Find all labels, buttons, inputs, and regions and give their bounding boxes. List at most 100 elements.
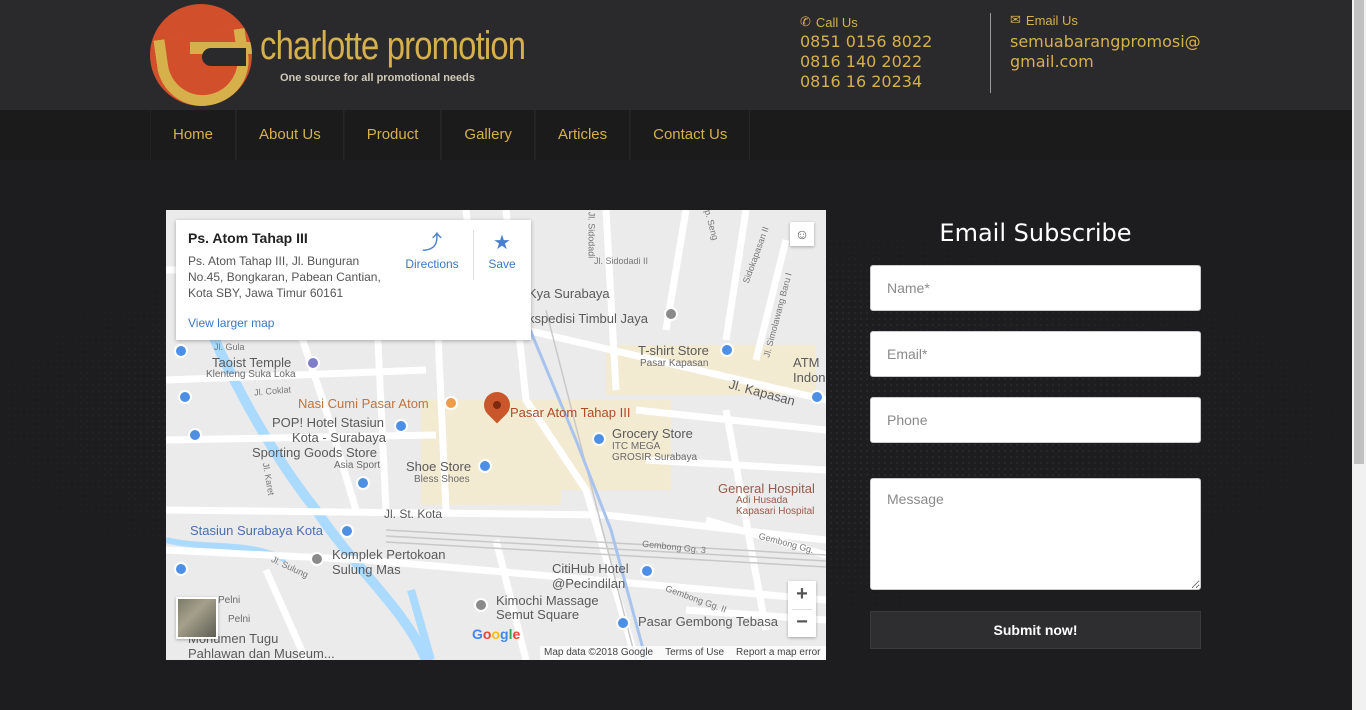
map-label: Pahlawan dan Museum... <box>188 646 335 660</box>
call-us-block: ✆ Call Us 0851 0156 8022 0816 140 2022 0… <box>800 14 932 92</box>
phone-number[interactable]: 0816 140 2022 <box>800 52 932 72</box>
header-divider <box>990 13 991 93</box>
restaurant-icon[interactable] <box>444 396 458 410</box>
email-input[interactable] <box>870 331 1201 377</box>
message-input[interactable] <box>870 478 1201 590</box>
map-label: @Pecindilan <box>552 576 626 591</box>
transit-icon[interactable] <box>178 390 192 404</box>
map-label[interactable]: Shoe Store <box>406 459 471 474</box>
phone-input[interactable] <box>870 397 1201 443</box>
transit-icon[interactable] <box>174 344 188 358</box>
nav-item-contact-us[interactable]: Contact Us <box>630 110 751 160</box>
phone-number[interactable]: 0816 16 20234 <box>800 72 932 92</box>
map-label[interactable]: Komplek Pertokoan <box>332 547 445 562</box>
nav-item-about-us[interactable]: About Us <box>236 110 344 160</box>
shopping-icon[interactable] <box>616 616 630 630</box>
map-label[interactable]: Stasiun Surabaya Kota <box>190 523 323 538</box>
place-info-card: Ps. Atom Tahap III Ps. Atom Tahap III, J… <box>176 220 531 340</box>
transit-icon[interactable] <box>174 562 188 576</box>
map-label: Indon <box>793 370 826 385</box>
hotel-icon[interactable] <box>640 564 654 578</box>
name-input[interactable] <box>870 265 1201 311</box>
view-larger-map-link[interactable]: View larger map <box>188 316 274 330</box>
grocery-icon[interactable] <box>592 432 606 446</box>
nav-item-home[interactable]: Home <box>150 110 237 160</box>
map-label[interactable]: General Hospital <box>718 481 815 496</box>
atm-icon[interactable] <box>810 390 824 404</box>
map-label: Pasar Kapasan <box>640 358 709 369</box>
submit-button[interactable]: Submit now! <box>870 611 1201 649</box>
save-button[interactable]: ★ Save <box>482 230 522 271</box>
shopping-icon[interactable] <box>478 459 492 473</box>
map-data-credit: Map data ©2018 Google <box>544 647 654 658</box>
place-icon[interactable] <box>474 598 488 612</box>
directions-button[interactable]: ⤴ Directions <box>404 230 460 271</box>
street-label: Jl. Sidodadi <box>586 211 597 259</box>
zoom-out-button[interactable]: − <box>788 609 816 637</box>
map-label: Pelni <box>218 595 241 606</box>
brand-logo[interactable]: charlotte promotion One source for all p… <box>150 4 526 106</box>
save-label: Save <box>488 257 516 271</box>
map-label: Kapasari Hospital <box>736 506 815 517</box>
transit-icon[interactable] <box>340 524 354 538</box>
map-label[interactable]: Taoist Temple <box>212 355 291 370</box>
phone-icon: ✆ <box>800 14 811 29</box>
map-label: GROSIR Surabaya <box>612 452 698 463</box>
map-label: Sulung Mas <box>332 562 401 577</box>
zoom-in-button[interactable]: + <box>788 581 816 609</box>
map-label: Pelni <box>228 614 251 625</box>
street-label: Jl. Sidodadi II <box>594 256 649 266</box>
place-address: Ps. Atom Tahap III, Jl. Bunguran No.45, … <box>188 254 381 300</box>
scrollbar-thumb[interactable] <box>1354 0 1364 464</box>
google-map[interactable]: Pasar Atom Tahap III Nasi Cumi Pasar Ato… <box>166 210 826 660</box>
brand-tagline: One source for all promotional needs <box>280 72 475 84</box>
map-label[interactable]: POP! Hotel Stasiun <box>272 415 384 430</box>
map-label[interactable]: Kimochi Massage <box>496 593 599 608</box>
transit-icon[interactable] <box>188 428 202 442</box>
nav-item-gallery[interactable]: Gallery <box>441 110 535 160</box>
email-subscribe-form: Email Subscribe Submit now! <box>870 215 1201 649</box>
place-icon[interactable] <box>310 552 324 566</box>
map-label[interactable]: CitiHub Hotel <box>552 561 629 576</box>
temple-icon[interactable] <box>306 356 320 370</box>
map-label: Klenteng Suka Loka <box>206 369 296 380</box>
terms-link[interactable]: Terms of Use <box>665 646 724 660</box>
nav-item-product[interactable]: Product <box>343 110 442 160</box>
email-us-block: ✉ Email Us semuabarangpromosi@gmail.com <box>1010 12 1210 72</box>
map-label[interactable]: Sporting Goods Store <box>252 445 377 460</box>
zoom-control: + − <box>788 581 816 637</box>
star-icon: ★ <box>493 232 511 254</box>
page-scrollbar[interactable] <box>1352 0 1366 710</box>
google-logo: Google <box>472 626 521 642</box>
map-label[interactable]: Pasar Gembong Tebasa <box>638 614 778 629</box>
logo-emblem <box>150 4 252 106</box>
map-label[interactable]: Pasar Atom Tahap III <box>510 405 630 420</box>
map-label: Semut Square <box>496 607 580 622</box>
site-header: charlotte promotion One source for all p… <box>0 0 1352 110</box>
map-label[interactable]: T-shirt Store <box>638 343 709 358</box>
place-title: Ps. Atom Tahap III <box>188 230 308 246</box>
map-label[interactable]: Grocery Store <box>612 426 693 441</box>
call-us-label: Call Us <box>815 14 858 30</box>
shopping-icon[interactable] <box>356 476 370 490</box>
email-address[interactable]: semuabarangpromosi@gmail.com <box>1010 32 1210 72</box>
envelope-icon: ✉ <box>1010 12 1021 27</box>
satellite-toggle[interactable] <box>176 597 218 639</box>
report-error-link[interactable]: Report a map error <box>736 646 820 660</box>
nav-item-articles[interactable]: Articles <box>534 110 631 160</box>
phone-number[interactable]: 0851 0156 8022 <box>800 32 932 52</box>
pegman-icon[interactable]: ☺ <box>790 222 814 246</box>
map-label: Kota - Surabaya <box>292 430 386 445</box>
place-icon[interactable] <box>664 307 678 321</box>
street-label: Jl. Gula <box>214 342 245 352</box>
map-label: Adi Husada <box>736 495 788 506</box>
map-label[interactable]: kspedisi Timbul Jaya <box>528 311 648 326</box>
main-nav: Home About Us Product Gallery Articles C… <box>0 110 1352 160</box>
shopping-icon[interactable] <box>720 343 734 357</box>
map-footer: Map data ©2018 Google Terms of Use Repor… <box>540 646 826 660</box>
map-label: Bless Shoes <box>414 474 470 485</box>
hotel-icon[interactable] <box>394 419 408 433</box>
map-label[interactable]: Nasi Cumi Pasar Atom <box>298 396 429 411</box>
directions-icon: ⤴ <box>422 232 442 254</box>
map-label: ITC MEGA <box>612 441 661 452</box>
